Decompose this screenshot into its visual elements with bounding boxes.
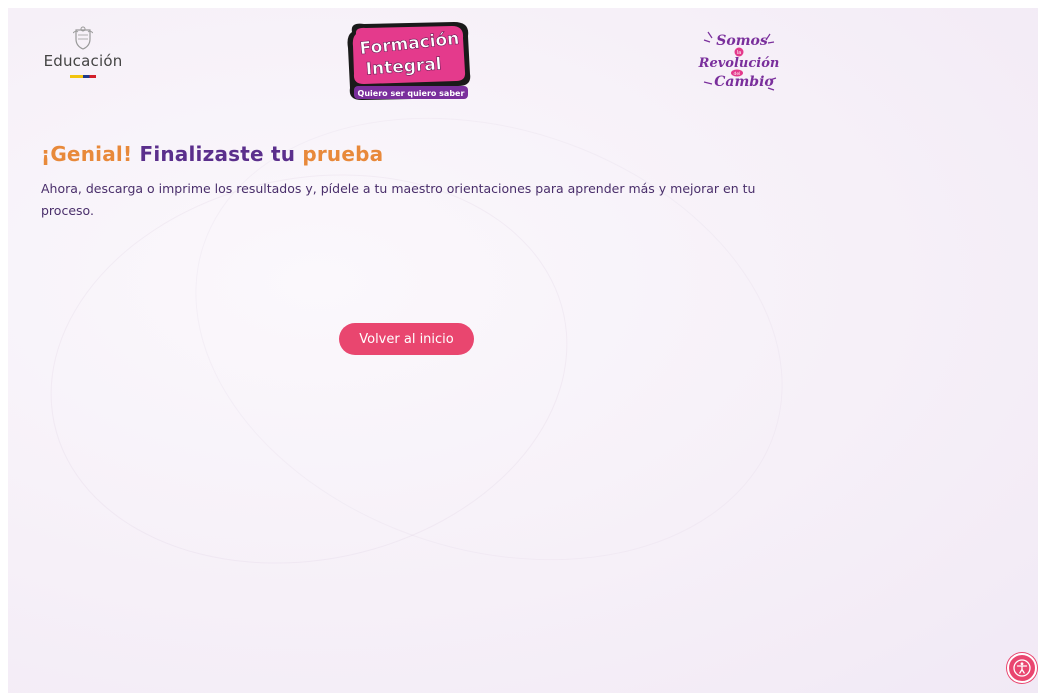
accessibility-icon xyxy=(1013,659,1031,677)
back-home-button[interactable]: Volver al inicio xyxy=(339,323,474,355)
result-message: Ahora, descarga o imprime los resultados… xyxy=(41,181,756,218)
campaign-logo: Somos la Revolución del Cambio xyxy=(698,31,780,91)
result-headline: ¡Genial! Finalizaste tu prueba xyxy=(41,142,383,166)
headline-tu: tu xyxy=(270,142,296,166)
campaign-logo-line5: Cambio xyxy=(714,74,773,90)
headline-finalizaste: Finalizaste xyxy=(139,142,264,166)
headline-prueba: prueba xyxy=(302,142,384,166)
program-logo-tagline: Quiero ser quiero saber xyxy=(358,89,465,98)
page-frame: Educación Formación Integral Quiero ser … xyxy=(8,8,1038,693)
program-logo: Formación Integral Quiero ser quiero sab… xyxy=(347,22,471,100)
ministry-logo: Educación xyxy=(38,26,128,96)
accessibility-button[interactable] xyxy=(1007,653,1037,683)
colombia-flag-bar xyxy=(70,75,96,78)
campaign-logo-line1: Somos xyxy=(716,33,768,49)
ministry-logo-label: Educación xyxy=(43,52,123,70)
headline-genial: ¡Genial! xyxy=(41,142,133,166)
campaign-logo-line3: Revolución xyxy=(698,56,780,71)
colombia-crest-icon xyxy=(73,26,93,50)
